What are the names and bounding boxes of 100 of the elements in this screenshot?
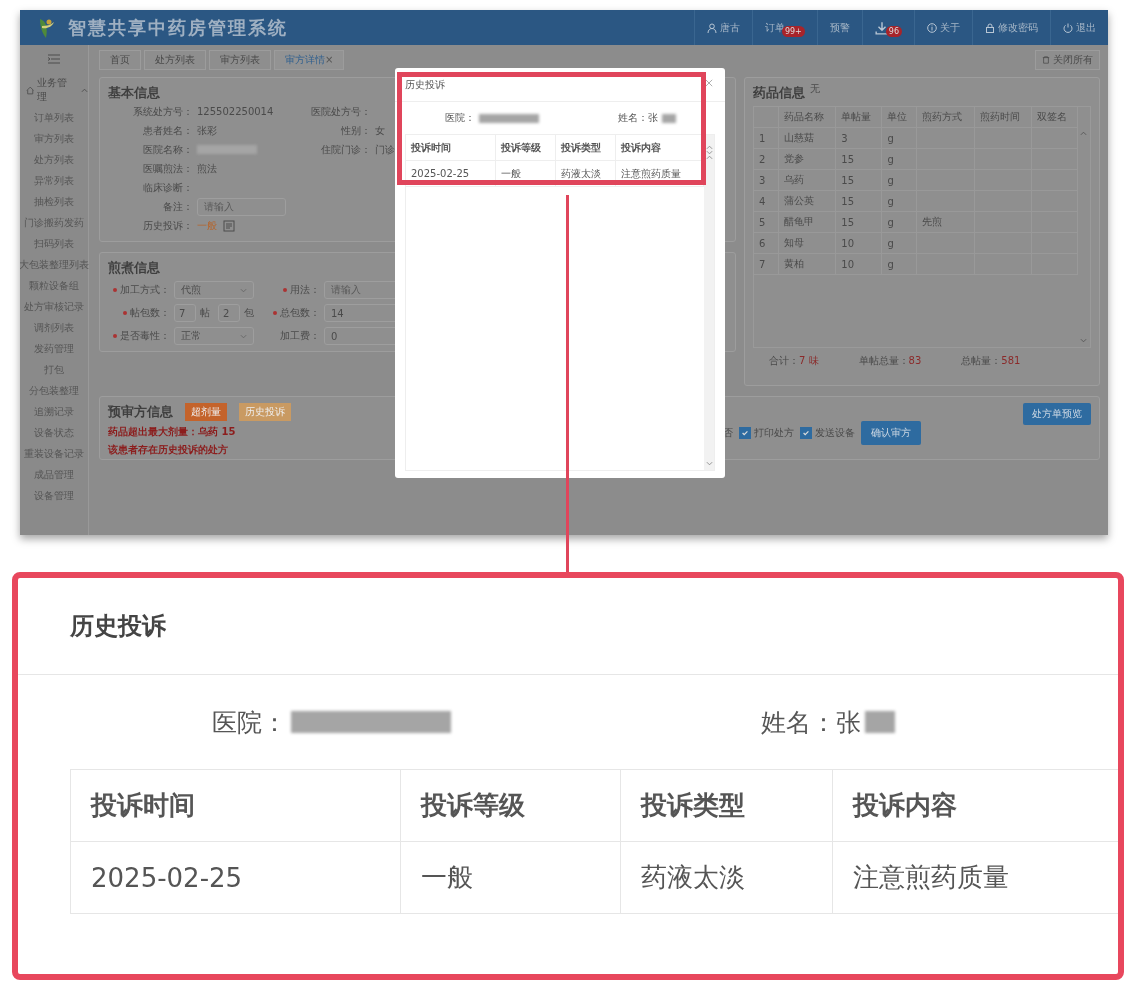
chevron-down-icon	[240, 333, 247, 339]
warning-text: 该患者存在历史投诉的处方	[108, 443, 229, 457]
summary-text: 合计：7 味	[769, 354, 819, 368]
app-title: 智慧共享中药房管理系统	[68, 15, 288, 40]
required-icon	[123, 311, 127, 315]
chevron-up-icon	[81, 87, 88, 93]
checkbox[interactable]: 打印处方	[739, 426, 794, 440]
dialog-title: 历史投诉	[70, 611, 166, 642]
scroll-down-icon[interactable]	[705, 461, 713, 466]
required-icon	[113, 288, 117, 292]
section-title: 基本信息	[108, 84, 160, 102]
scrollbar[interactable]	[704, 135, 714, 470]
table-cell: 2025-02-25	[406, 161, 496, 187]
field-label: 加工方式：	[120, 283, 170, 297]
info-icon	[927, 22, 937, 33]
checkbox[interactable]: 发送设备	[800, 426, 855, 440]
document-icon[interactable]	[223, 219, 235, 232]
table-cell: 知母	[784, 237, 804, 248]
column-header: 投诉类型	[621, 770, 833, 842]
nav-item[interactable]: 唐古	[693, 10, 752, 45]
scroll-down-icon[interactable]	[705, 150, 713, 155]
table-cell: 药液太淡	[556, 161, 616, 187]
confirm-button[interactable]: 确认审方	[861, 421, 921, 445]
nav-item[interactable]: 预警	[816, 10, 862, 45]
close-icon[interactable]: ×	[325, 54, 334, 65]
column-header: 投诉时间	[71, 770, 401, 842]
column-header: 投诉等级	[401, 770, 621, 842]
home-icon	[26, 85, 35, 95]
tag[interactable]: 超剂量	[185, 403, 227, 421]
nav-item[interactable]: 96	[861, 10, 914, 45]
table-cell: 一般	[401, 842, 621, 914]
field-value: 张彩	[197, 123, 217, 138]
unit-label: 包	[244, 306, 254, 320]
column-header: 投诉类型	[556, 135, 616, 161]
table-cell: 山慈菇	[784, 132, 814, 143]
row-number: 4	[759, 195, 766, 207]
required-icon	[273, 311, 277, 315]
column-header: 投诉等级	[496, 135, 556, 161]
checkbox-box[interactable]	[800, 427, 812, 439]
input-field[interactable]: 7	[174, 304, 196, 322]
power-icon	[1063, 22, 1073, 33]
input-field[interactable]: 2	[218, 304, 240, 322]
close-icon[interactable]	[705, 79, 713, 87]
table-cell: g	[887, 132, 894, 144]
field-label: 医院：	[212, 706, 287, 739]
column-header: 煎药方式	[922, 111, 963, 122]
row-number: 1	[759, 132, 766, 144]
table-cell: g	[887, 195, 894, 207]
row-number: 7	[759, 258, 766, 270]
row-number: 3	[759, 174, 766, 186]
trash-icon	[1042, 56, 1050, 64]
section-title: 煎煮信息	[108, 259, 160, 277]
tab[interactable]: 审方详情×	[274, 50, 345, 70]
warning-text: 药品超出最大剂量：乌药 15	[108, 425, 237, 439]
row-number: 6	[759, 237, 766, 249]
redacted-text	[478, 113, 539, 123]
table-cell: 3	[841, 132, 848, 144]
chevron-down-icon	[240, 287, 247, 293]
table-cell: 一般	[496, 161, 556, 187]
section-title: 药品信息	[753, 84, 805, 102]
checkbox-box[interactable]	[739, 427, 751, 439]
lock-icon	[985, 22, 995, 33]
table-cell: 10	[841, 258, 855, 270]
table-cell: 15	[841, 195, 855, 207]
tab[interactable]: 首页	[99, 50, 141, 70]
field-label: 备注：	[162, 199, 193, 214]
table-cell: 10	[841, 237, 855, 249]
tag[interactable]: 历史投诉	[239, 403, 291, 421]
close-all-button[interactable]: 关闭所有	[1035, 50, 1100, 70]
column-header: 投诉时间	[406, 135, 496, 161]
table-cell: 黄柏	[784, 258, 804, 269]
field-value: 125502250014	[197, 106, 274, 117]
row-number: 2	[759, 153, 766, 165]
section-title: 预审方信息	[108, 403, 173, 421]
user-icon	[706, 22, 717, 33]
field-value: 女	[375, 123, 385, 138]
preview-button[interactable]: 处方单预览	[1023, 403, 1091, 425]
table-cell: g	[887, 216, 894, 228]
nav-item[interactable]: 修改密码	[972, 10, 1050, 45]
select-field[interactable]: 代煎	[174, 281, 254, 299]
table-cell: g	[887, 258, 894, 270]
table-cell: 15	[841, 153, 855, 165]
column-header: 煎药时间	[979, 111, 1020, 122]
download-icon	[874, 20, 889, 35]
required-icon	[113, 334, 117, 338]
unit-label: 帖	[200, 306, 210, 320]
table-cell: g	[887, 237, 894, 249]
table-cell: g	[887, 174, 894, 186]
nav-item[interactable]: 退出	[1050, 10, 1108, 45]
redacted-text	[661, 113, 676, 123]
table-cell: 药液太淡	[621, 842, 833, 914]
count-badge: 96	[885, 26, 902, 37]
field-value: 门诊	[375, 142, 395, 157]
table-cell: g	[887, 153, 894, 165]
table-cell: 2025-02-25	[71, 842, 401, 914]
redacted-text	[865, 711, 895, 733]
nav-item[interactable]: 关于	[914, 10, 972, 45]
field-label: 系统处方号：	[132, 104, 193, 119]
table-cell: 15	[841, 174, 855, 186]
table-cell: 党参	[784, 153, 804, 164]
